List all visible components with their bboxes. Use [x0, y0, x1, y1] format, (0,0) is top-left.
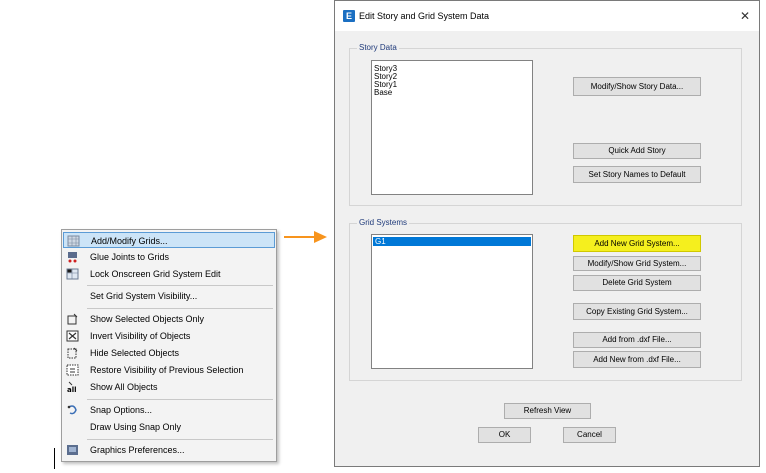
delete-grid-system-button[interactable]: Delete Grid System [573, 275, 701, 291]
lock-grid-icon [66, 268, 79, 280]
menu-separator [87, 285, 273, 286]
add-new-from-dxf-button[interactable]: Add New from .dxf File... [573, 351, 701, 368]
arrow-icon [284, 231, 327, 243]
close-icon[interactable]: ✕ [740, 9, 750, 23]
cancel-button[interactable]: Cancel [563, 427, 616, 443]
grid-icon [67, 235, 80, 247]
menu-item-show-all[interactable]: all Show All Objects [63, 379, 275, 395]
restore-visibility-icon [66, 364, 79, 376]
story-list[interactable]: Story3 Story2 Story1 Base [371, 60, 533, 195]
menu-separator [87, 399, 273, 400]
menu-item-label: Graphics Preferences... [90, 445, 185, 455]
edit-story-grid-dialog: E Edit Story and Grid System Data ✕ Stor… [334, 0, 760, 467]
menu-item-label: Glue Joints to Grids [90, 252, 170, 262]
menu-item-hide-selected[interactable]: Hide Selected Objects [63, 345, 275, 361]
graphics-preferences-icon [67, 445, 78, 455]
show-all-icon: all [67, 381, 77, 393]
menu-item-label: Show Selected Objects Only [90, 314, 205, 324]
menu-item-label: Set Grid System Visibility... [90, 291, 198, 301]
grid-system-list[interactable]: G1 [371, 234, 533, 369]
menu-item-label: Restore Visibility of Previous Selection [90, 365, 244, 375]
quick-add-story-button[interactable]: Quick Add Story [573, 143, 701, 159]
menu-item-show-selected-only[interactable]: Show Selected Objects Only [63, 311, 275, 327]
add-from-dxf-button[interactable]: Add from .dxf File... [573, 332, 701, 348]
menu-item-label: Hide Selected Objects [90, 348, 180, 358]
text-cursor [54, 448, 55, 469]
menu-item-label: Lock Onscreen Grid System Edit [90, 269, 221, 279]
glue-joints-icon [68, 252, 77, 263]
menu-item-label: Invert Visibility of Objects [90, 331, 191, 341]
menu-item-glue-joints[interactable]: Glue Joints to Grids [63, 249, 275, 265]
menu-item-label: Draw Using Snap Only [90, 422, 182, 432]
svg-text:all: all [67, 386, 77, 393]
menu-item-grid-visibility[interactable]: Set Grid System Visibility... [63, 288, 275, 304]
menu-item-lock-grid[interactable]: Lock Onscreen Grid System Edit [63, 266, 275, 282]
menu-item-label: Show All Objects [90, 382, 158, 392]
context-menu: Add/Modify Grids... Glue Joints to Grids… [61, 229, 277, 462]
menu-item-label: Add/Modify Grids... [91, 236, 168, 246]
list-item[interactable]: Base [374, 89, 392, 97]
menu-separator [87, 308, 273, 309]
menu-item-graphics-preferences[interactable]: Graphics Preferences... [63, 442, 275, 458]
modify-story-data-button[interactable]: Modify/Show Story Data... [573, 77, 701, 96]
ok-button[interactable]: OK [478, 427, 531, 443]
copy-grid-system-button[interactable]: Copy Existing Grid System... [573, 303, 701, 320]
menu-item-draw-snap-only[interactable]: Draw Using Snap Only [63, 419, 275, 435]
modify-grid-system-button[interactable]: Modify/Show Grid System... [573, 256, 701, 271]
menu-separator [87, 439, 273, 440]
story-data-label: Story Data [357, 43, 399, 52]
menu-item-invert-visibility[interactable]: Invert Visibility of Objects [63, 328, 275, 344]
dialog-title: Edit Story and Grid System Data [359, 11, 490, 21]
snap-icon [67, 405, 77, 415]
refresh-view-button[interactable]: Refresh View [504, 403, 591, 419]
list-item[interactable]: G1 [373, 237, 531, 246]
menu-item-label: Snap Options... [90, 405, 153, 415]
menu-item-snap-options[interactable]: Snap Options... [63, 402, 275, 418]
menu-item-add-modify-grids[interactable]: Add/Modify Grids... [63, 232, 275, 248]
add-new-grid-system-button[interactable]: Add New Grid System... [573, 235, 701, 252]
menu-item-restore-visibility[interactable]: Restore Visibility of Previous Selection [63, 362, 275, 378]
grid-systems-label: Grid Systems [357, 218, 410, 227]
hide-selected-icon [67, 347, 78, 359]
invert-visibility-icon [66, 330, 79, 342]
dialog-title-bar: E Edit Story and Grid System Data ✕ [335, 1, 759, 31]
app-icon: E [343, 10, 355, 22]
show-selected-icon [67, 313, 78, 325]
default-story-names-button[interactable]: Set Story Names to Default [573, 166, 701, 183]
